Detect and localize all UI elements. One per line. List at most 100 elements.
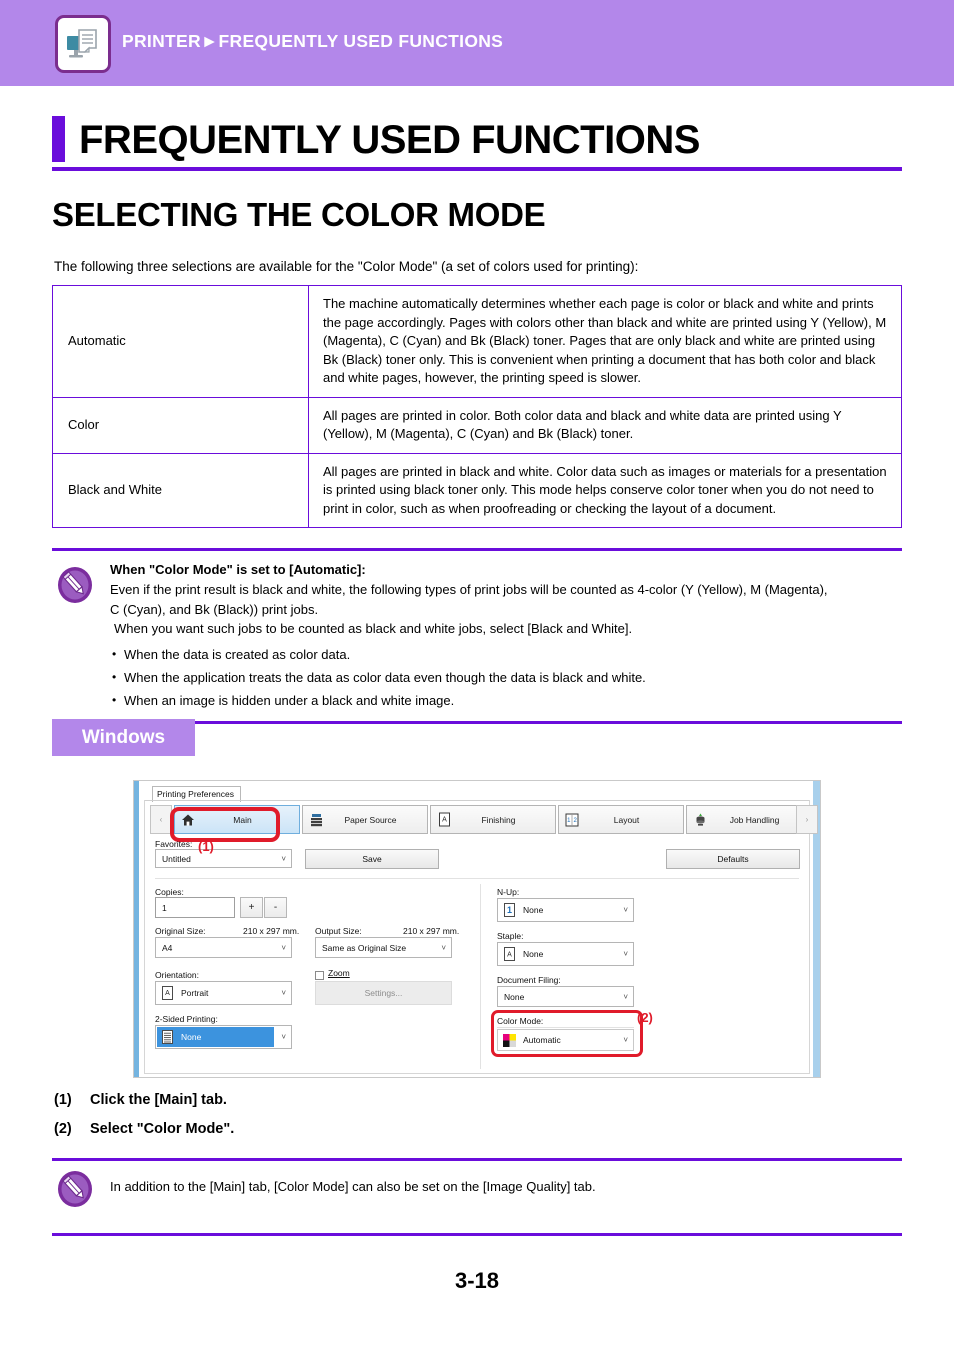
two-sided-printing-label: 2-Sided Printing:	[155, 1014, 218, 1024]
chevron-down-icon: ˅	[623, 1035, 628, 1045]
note-bullet-list: When the data is created as color data. …	[110, 643, 902, 712]
tab-finishing[interactable]: A Finishing	[430, 805, 556, 834]
table-row: Automatic The machine automatically dete…	[52, 285, 902, 398]
steps-list: (1) Click the [Main] tab. (2) Select "Colo…	[54, 1086, 234, 1144]
home-icon	[180, 811, 196, 829]
portrait-a-icon: A	[160, 986, 175, 1001]
dialog-left-edge	[134, 781, 139, 1077]
tab-scroll-left[interactable]: ‹	[150, 805, 172, 834]
nup-label: N-Up:	[497, 887, 520, 897]
tab-layout[interactable]: 1 2 Layout	[558, 805, 684, 834]
page-number: 3-18	[454, 1268, 500, 1293]
title-accent-bar	[52, 116, 65, 162]
orientation-label: Orientation:	[155, 970, 199, 980]
favorites-value: Untitled	[162, 853, 191, 864]
tab-job-handling[interactable]: Job Handling	[686, 805, 812, 834]
tab-main[interactable]: Main	[174, 805, 300, 834]
save-button-label: Save	[362, 854, 382, 864]
page-title: FREQUENTLY USED FUNCTIONS	[79, 118, 700, 162]
original-size-dimensions: 210 x 297 mm.	[243, 926, 300, 936]
color-mode-select[interactable]: Automatic ˅	[497, 1029, 634, 1051]
tab-scroll-right[interactable]: ›	[796, 805, 818, 834]
chevron-down-icon: ˅	[281, 988, 286, 998]
pencil-note-icon	[56, 565, 94, 605]
paper-tray-icon	[308, 811, 324, 829]
mode-description: The machine automatically determines whe…	[308, 285, 902, 398]
list-item: When the data is created as color data.	[110, 643, 902, 666]
zoom-checkbox[interactable]	[315, 971, 324, 980]
copies-input[interactable]: 1	[155, 897, 235, 918]
automatic-mode-note: When "Color Mode" is set to [Automatic]:…	[52, 548, 902, 724]
favorites-select[interactable]: Untitled ˅	[155, 849, 292, 868]
tab-paper-source-label: Paper Source	[344, 814, 397, 825]
defaults-button[interactable]: Defaults	[666, 849, 800, 869]
title-underline	[52, 167, 902, 171]
image-quality-note: In addition to the [Main] tab, [Color Mo…	[52, 1158, 902, 1236]
orientation-select[interactable]: A Portrait ˅	[155, 981, 292, 1005]
chevron-down-icon: ˅	[441, 943, 446, 952]
platform-badge: Windows	[52, 719, 195, 756]
nup-value: None	[523, 905, 544, 915]
table-row: Color All pages are printed in color. Bo…	[52, 396, 902, 454]
page-header-bar: PRINTER►FREQUENTLY USED FUNCTIONS	[0, 0, 954, 86]
step-text: Click the [Main] tab.	[90, 1092, 227, 1108]
note-text: In addition to the [Main] tab, [Color Mo…	[110, 1179, 596, 1194]
cmyk-swatch-icon	[502, 1033, 517, 1048]
callout-1: (1)	[198, 839, 214, 854]
svg-text:A: A	[165, 990, 170, 997]
number-1-icon: 1	[502, 903, 517, 918]
page-title-block: FREQUENTLY USED FUNCTIONS	[52, 116, 902, 171]
staple-label: Staple:	[497, 931, 524, 941]
staple-select[interactable]: A None ˅	[497, 942, 634, 966]
svg-text:A: A	[507, 952, 512, 959]
list-item: (2) Select "Color Mode".	[54, 1115, 234, 1144]
chevron-down-icon: ˅	[281, 943, 286, 952]
save-button[interactable]: Save	[305, 849, 439, 869]
two-sided-printing-select[interactable]: None ˅	[155, 1025, 292, 1049]
copies-label: Copies:	[155, 887, 184, 897]
chevron-down-icon: ˅	[281, 1032, 286, 1042]
color-mode-label: Color Mode:	[497, 1016, 544, 1026]
note-title: When "Color Mode" is set to [Automatic]:	[110, 562, 366, 577]
output-size-label: Output Size:	[315, 926, 362, 936]
document-filing-select[interactable]: None ˅	[497, 986, 634, 1007]
mode-description: All pages are printed in color. Both col…	[308, 396, 902, 454]
note-bottom-rule	[52, 1233, 902, 1236]
mode-description: All pages are printed in black and white…	[308, 452, 902, 528]
page-a-icon: A	[502, 947, 517, 962]
printing-preferences-dialog: Printing Preferences ‹ Main Paper Source…	[133, 780, 821, 1078]
tab-strip: ‹ Main Paper Source A Finishing 1 2 Layo…	[150, 805, 818, 842]
color-mode-value: Automatic	[523, 1035, 561, 1045]
zoom-label: Zoom	[328, 968, 350, 978]
output-size-value: Same as Original Size	[322, 942, 407, 953]
color-mode-table: Automatic The machine automatically dete…	[52, 285, 902, 528]
note-line-2: C (Cyan), and Bk (Black)) print jobs.	[110, 601, 319, 617]
tab-main-label: Main	[233, 814, 252, 825]
step-number: (1)	[54, 1092, 72, 1108]
step-text: Select "Color Mode".	[90, 1121, 235, 1137]
callout-2: (2)	[637, 1010, 653, 1025]
nup-select[interactable]: 1 None ˅	[497, 898, 634, 922]
dialog-panel: ‹ Main Paper Source A Finishing 1 2 Layo…	[144, 800, 818, 1074]
orientation-value: Portrait	[181, 988, 209, 998]
document-filing-value: None	[504, 991, 525, 1002]
two-sided-printing-value: None	[181, 1032, 202, 1042]
zoom-settings-button[interactable]: Settings...	[315, 981, 452, 1005]
intro-paragraph: The following three selections are avail…	[54, 259, 639, 274]
list-item: When the application treats the data as …	[110, 666, 902, 689]
chevron-down-icon: ˅	[623, 905, 628, 915]
list-item: (1) Click the [Main] tab.	[54, 1086, 234, 1115]
copies-increment-button[interactable]: +	[240, 897, 263, 918]
defaults-button-label: Defaults	[717, 854, 749, 864]
original-size-select[interactable]: A4 ˅	[155, 937, 292, 958]
section-title: SELECTING THE COLOR MODE	[52, 196, 546, 233]
layout-12-icon: 1 2	[564, 811, 580, 829]
mode-name: Black and White	[52, 452, 309, 528]
chevron-down-icon: ˅	[623, 992, 628, 1001]
tab-paper-source[interactable]: Paper Source	[302, 805, 428, 834]
copies-decrement-button[interactable]: -	[264, 897, 287, 918]
favorites-label: Favorites:	[155, 839, 193, 849]
tab-finishing-label: Finishing	[481, 814, 516, 825]
copies-value: 1	[162, 902, 167, 913]
output-size-select[interactable]: Same as Original Size ˅	[315, 937, 452, 958]
